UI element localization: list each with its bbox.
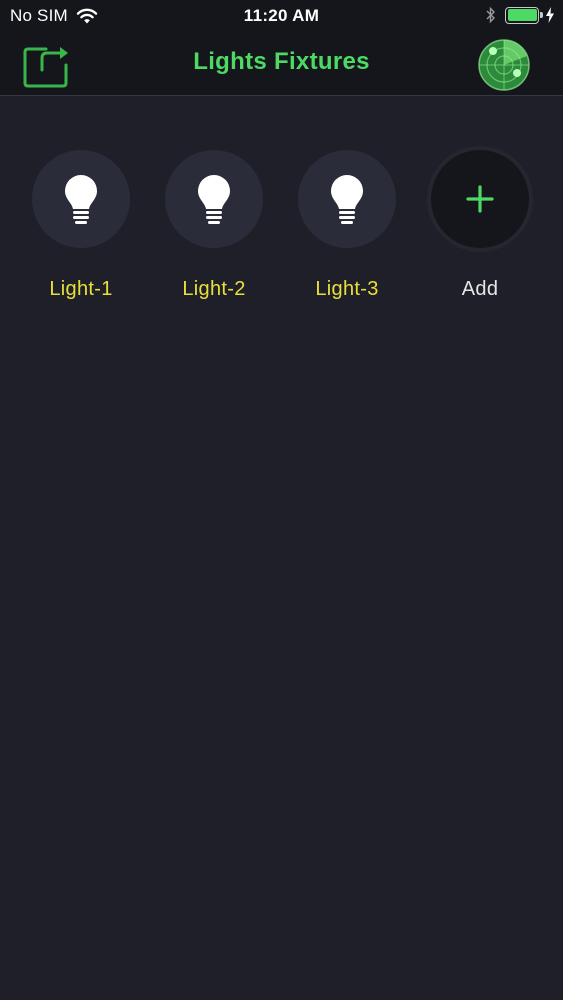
light-bulb-icon bbox=[331, 175, 363, 224]
bluetooth-icon bbox=[486, 6, 495, 24]
fixture-circle[interactable] bbox=[165, 150, 263, 248]
plus-icon bbox=[466, 185, 494, 213]
add-circle[interactable] bbox=[431, 150, 529, 248]
status-bar: No SIM 11:20 AM bbox=[0, 0, 563, 32]
charging-bolt-icon bbox=[546, 7, 554, 23]
fixture-label: Light-2 bbox=[182, 278, 246, 300]
fixture-label: Light-1 bbox=[49, 278, 113, 300]
light-bulb-icon bbox=[65, 175, 97, 224]
fixture-circle[interactable] bbox=[298, 150, 396, 248]
battery-fill bbox=[507, 9, 537, 21]
radar-icon[interactable] bbox=[477, 38, 531, 92]
battery-nub bbox=[540, 11, 543, 18]
add-label: Add bbox=[461, 278, 499, 300]
status-time: 11:20 AM bbox=[243, 6, 320, 25]
fixture-light-1[interactable]: Light-1 bbox=[21, 150, 141, 301]
fixture-circle[interactable] bbox=[32, 150, 130, 248]
status-right bbox=[485, 6, 555, 24]
light-bulb-icon bbox=[198, 175, 230, 224]
battery-icon bbox=[505, 6, 543, 24]
fixture-label: Light-3 bbox=[315, 278, 379, 300]
fixture-light-3[interactable]: Light-3 bbox=[287, 150, 407, 301]
fixture-light-2[interactable]: Light-2 bbox=[154, 150, 274, 301]
nav-bar: Lights Fixtures bbox=[0, 32, 563, 96]
add-fixture-button[interactable]: Add bbox=[420, 150, 540, 301]
